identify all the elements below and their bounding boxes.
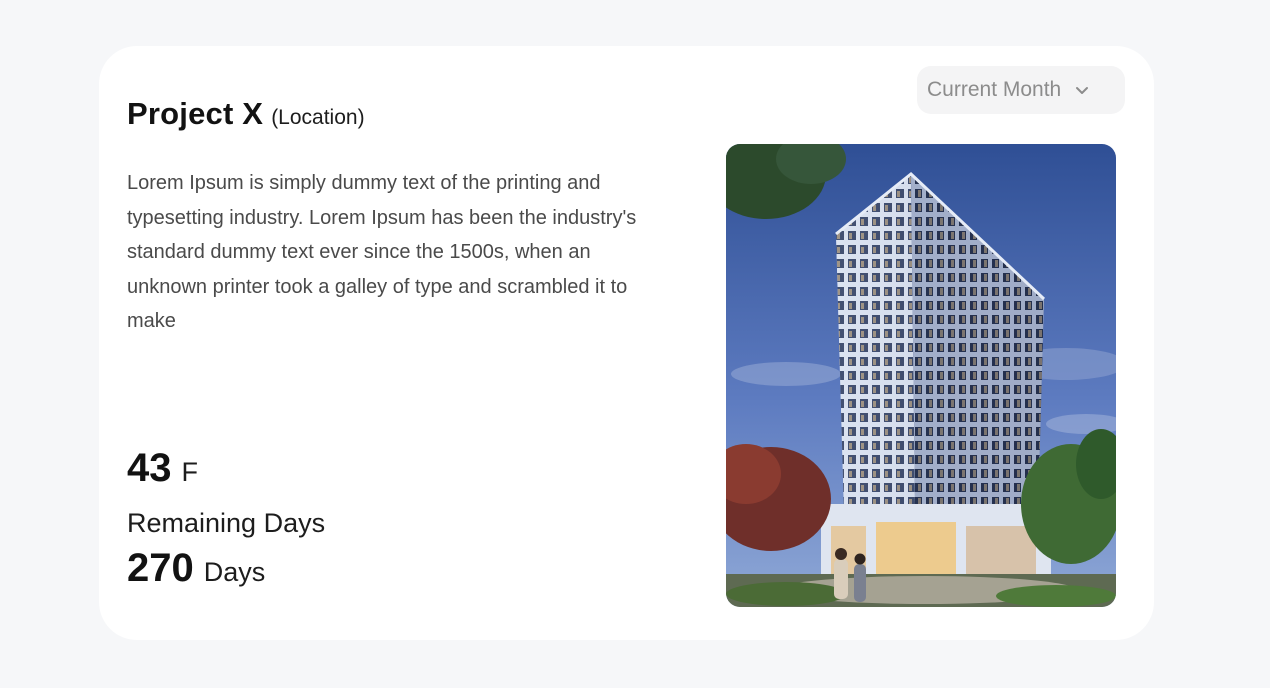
project-description: Lorem Ipsum is simply dummy text of the … (127, 172, 637, 332)
temperature-unit: F (181, 457, 199, 487)
project-title: Project X (Location) (127, 96, 365, 132)
project-card: Project X (Location) Lorem Ipsum is simp… (99, 46, 1154, 640)
project-location: (Location) (271, 106, 365, 129)
period-dropdown-label: Current Month (927, 78, 1062, 101)
remaining-days-value: 270 (127, 546, 194, 590)
remaining-days-readout: 270 Days (127, 546, 265, 591)
temperature-readout: 43 F (127, 446, 198, 491)
remaining-days-unit: Days (203, 557, 266, 587)
project-name: Project X (127, 96, 264, 131)
remaining-days-label: Remaining Days (127, 508, 326, 538)
chevron-down-icon (1073, 81, 1091, 99)
period-dropdown[interactable]: Current Month (917, 66, 1125, 114)
building-photo (726, 144, 1116, 607)
temperature-value: 43 (127, 446, 172, 490)
